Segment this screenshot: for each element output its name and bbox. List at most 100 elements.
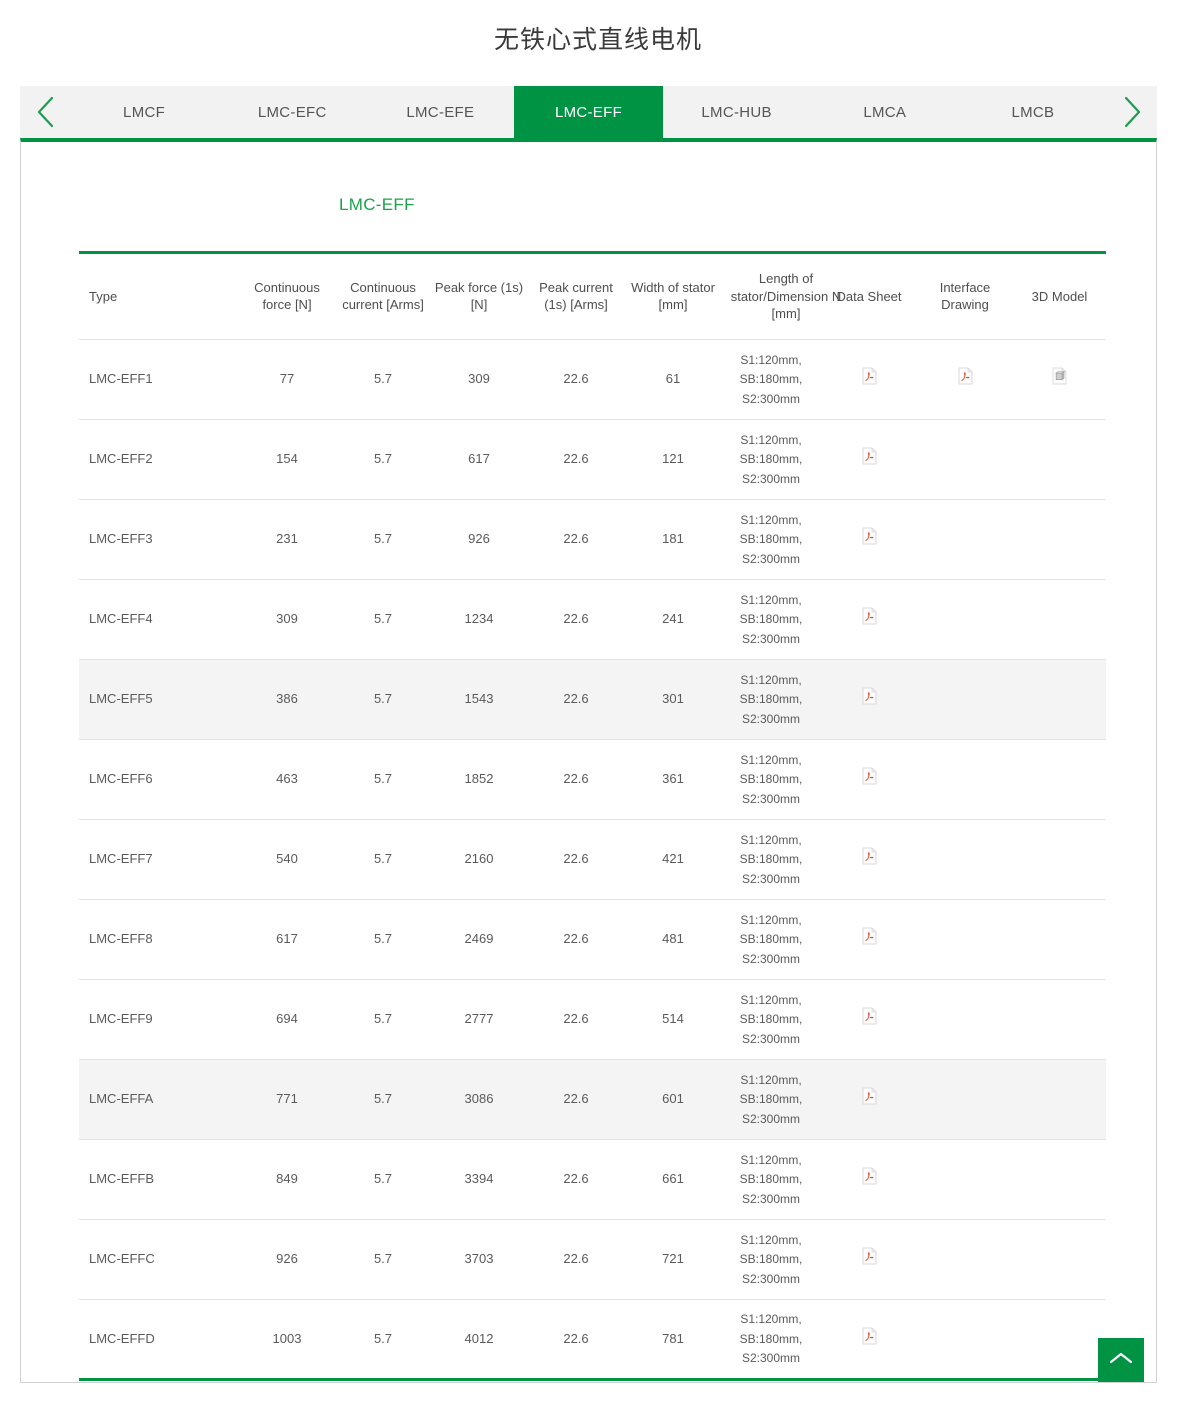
cell-interface-drawing	[917, 579, 1013, 660]
tab-label: LMC-EFE	[406, 103, 475, 121]
cell-peak-force: 617	[431, 419, 527, 500]
cell-length-of-stator: S1:120mm, SB:180mm, S2:300mm	[721, 499, 821, 580]
tab-lmc-eff[interactable]: LMC-EFF	[514, 86, 663, 138]
cell-interface-drawing	[917, 1299, 1013, 1381]
tab-next-arrow-button[interactable]	[1107, 86, 1157, 138]
pdf-icon[interactable]	[862, 1007, 877, 1025]
3d-model-icon[interactable]	[1052, 367, 1067, 385]
dimension-text: S1:120mm, SB:180mm, S2:300mm	[739, 752, 803, 806]
pdf-icon[interactable]	[862, 447, 877, 465]
cell-type: LMC-EFFB	[79, 1139, 239, 1220]
cell-width-of-stator: 514	[625, 979, 721, 1060]
cell-continuous-force: 154	[239, 419, 335, 500]
cell-continuous-force: 77	[239, 339, 335, 420]
column-header-continuous-force: Continuous force [N]	[239, 251, 335, 340]
dimension-text: S1:120mm, SB:180mm, S2:300mm	[739, 592, 803, 646]
cell-length-of-stator: S1:120mm, SB:180mm, S2:300mm	[721, 419, 821, 500]
table-row: LMC-EFFD 1003 5.7 4012 22.6 781 S1:120mm, SB:1…	[79, 1299, 1106, 1381]
spec-table-wrapper: Type Continuous force [N] Continuous cur…	[21, 215, 1156, 1381]
cell-3d-model[interactable]	[1013, 339, 1106, 420]
cell-continuous-current: 5.7	[335, 579, 431, 660]
cell-data-sheet[interactable]	[821, 1299, 917, 1381]
cell-data-sheet[interactable]	[821, 1219, 917, 1300]
cell-3d-model	[1013, 1059, 1106, 1140]
pdf-icon[interactable]	[862, 927, 877, 945]
pdf-icon[interactable]	[862, 1326, 877, 1345]
cell-data-sheet[interactable]	[821, 419, 917, 500]
table-row: LMC-EFF7 540 5.7 2160 22.6 421 S1:120mm, SB:18…	[79, 819, 1106, 900]
cell-interface-drawing[interactable]	[917, 339, 1013, 420]
table-row: LMC-EFFA 771 5.7 3086 22.6 601 S1:120mm, SB:18…	[79, 1059, 1106, 1140]
scroll-to-top-button[interactable]	[1098, 1338, 1144, 1382]
cell-continuous-current: 5.7	[335, 1139, 431, 1220]
cell-continuous-force: 771	[239, 1059, 335, 1140]
cell-continuous-force: 463	[239, 739, 335, 820]
cell-peak-current: 22.6	[527, 339, 625, 420]
tab-lmc-efe[interactable]: LMC-EFE	[366, 86, 514, 138]
dimension-text: S1:120mm, SB:180mm, S2:300mm	[739, 1152, 803, 1206]
table-row: LMC-EFF9 694 5.7 2777 22.6 514 S1:120mm, SB:18…	[79, 979, 1106, 1060]
pdf-icon[interactable]	[958, 367, 973, 385]
pdf-icon[interactable]	[862, 1247, 877, 1265]
cell-peak-force: 3394	[431, 1139, 527, 1220]
cell-data-sheet[interactable]	[821, 659, 917, 740]
cell-continuous-force: 694	[239, 979, 335, 1060]
tab-lmca[interactable]: LMCA	[811, 86, 959, 138]
cell-peak-current: 22.6	[527, 499, 625, 580]
tab-prev-arrow-button[interactable]	[20, 86, 70, 138]
table-row: LMC-EFF8 617 5.7 2469 22.6 481 S1:120mm, SB:18…	[79, 899, 1106, 980]
column-header-interface-drawing: Interface Drawing	[917, 251, 1013, 340]
column-header-length-of-stator: Length of stator/Dimension N [mm]	[721, 251, 841, 340]
dimension-text: S1:120mm, SB:180mm, S2:300mm	[739, 512, 803, 566]
pdf-icon[interactable]	[862, 1167, 877, 1185]
tab-lmc-efc[interactable]: LMC-EFC	[218, 86, 366, 138]
table-row: LMC-EFFC 926 5.7 3703 22.6 721 S1:120mm, SB:18…	[79, 1219, 1106, 1300]
pdf-icon[interactable]	[862, 687, 877, 705]
tab-label: LMC-HUB	[701, 103, 772, 121]
chevron-right-icon	[1121, 95, 1143, 129]
cell-length-of-stator: S1:120mm, SB:180mm, S2:300mm	[721, 659, 821, 740]
cell-data-sheet[interactable]	[821, 339, 917, 420]
tab-lmcb[interactable]: LMCB	[959, 86, 1107, 138]
content-panel: LMC-EFF Type Continuous force [N] Contin…	[20, 138, 1157, 1383]
dimension-text: S1:120mm, SB:180mm, S2:300mm	[739, 1072, 803, 1126]
cell-data-sheet[interactable]	[821, 739, 917, 820]
cell-type: LMC-EFF4	[79, 579, 239, 660]
cell-peak-current: 22.6	[527, 979, 625, 1060]
column-header-3d-model: 3D Model	[1013, 251, 1106, 340]
cell-3d-model	[1013, 579, 1106, 660]
cell-length-of-stator: S1:120mm, SB:180mm, S2:300mm	[721, 579, 821, 660]
cell-type: LMC-EFF7	[79, 819, 239, 900]
cell-continuous-current: 5.7	[335, 819, 431, 900]
cell-width-of-stator: 121	[625, 419, 721, 500]
cell-width-of-stator: 601	[625, 1059, 721, 1140]
cell-continuous-force: 1003	[239, 1299, 335, 1381]
cell-length-of-stator: S1:120mm, SB:180mm, S2:300mm	[721, 819, 821, 900]
tab-lmc-hub[interactable]: LMC-HUB	[663, 86, 811, 138]
table-row: LMC-EFF4 309 5.7 1234 22.6 241 S1:120mm, SB:18…	[79, 579, 1106, 660]
cell-continuous-current: 5.7	[335, 419, 431, 500]
cell-3d-model	[1013, 499, 1106, 580]
pdf-icon[interactable]	[862, 527, 877, 545]
cell-data-sheet[interactable]	[821, 819, 917, 900]
pdf-icon[interactable]	[862, 367, 877, 385]
cell-data-sheet[interactable]	[821, 579, 917, 660]
tab-lmcf[interactable]: LMCF	[70, 86, 218, 138]
page-title: 无铁心式直线电机	[493, 26, 702, 54]
cell-data-sheet[interactable]	[821, 1059, 917, 1140]
cell-data-sheet[interactable]	[821, 899, 917, 980]
cell-continuous-current: 5.7	[335, 1219, 431, 1300]
pdf-icon[interactable]	[862, 847, 877, 865]
cell-data-sheet[interactable]	[821, 979, 917, 1060]
cell-3d-model	[1013, 739, 1106, 820]
cell-peak-current: 22.6	[527, 819, 625, 900]
cell-continuous-current: 5.7	[335, 979, 431, 1060]
pdf-icon[interactable]	[862, 607, 877, 625]
cell-data-sheet[interactable]	[821, 499, 917, 580]
cell-peak-current: 22.6	[527, 1059, 625, 1140]
cell-data-sheet[interactable]	[821, 1139, 917, 1220]
pdf-icon[interactable]	[862, 1087, 877, 1105]
cell-interface-drawing	[917, 819, 1013, 900]
cell-interface-drawing	[917, 979, 1013, 1060]
pdf-icon[interactable]	[862, 767, 877, 785]
